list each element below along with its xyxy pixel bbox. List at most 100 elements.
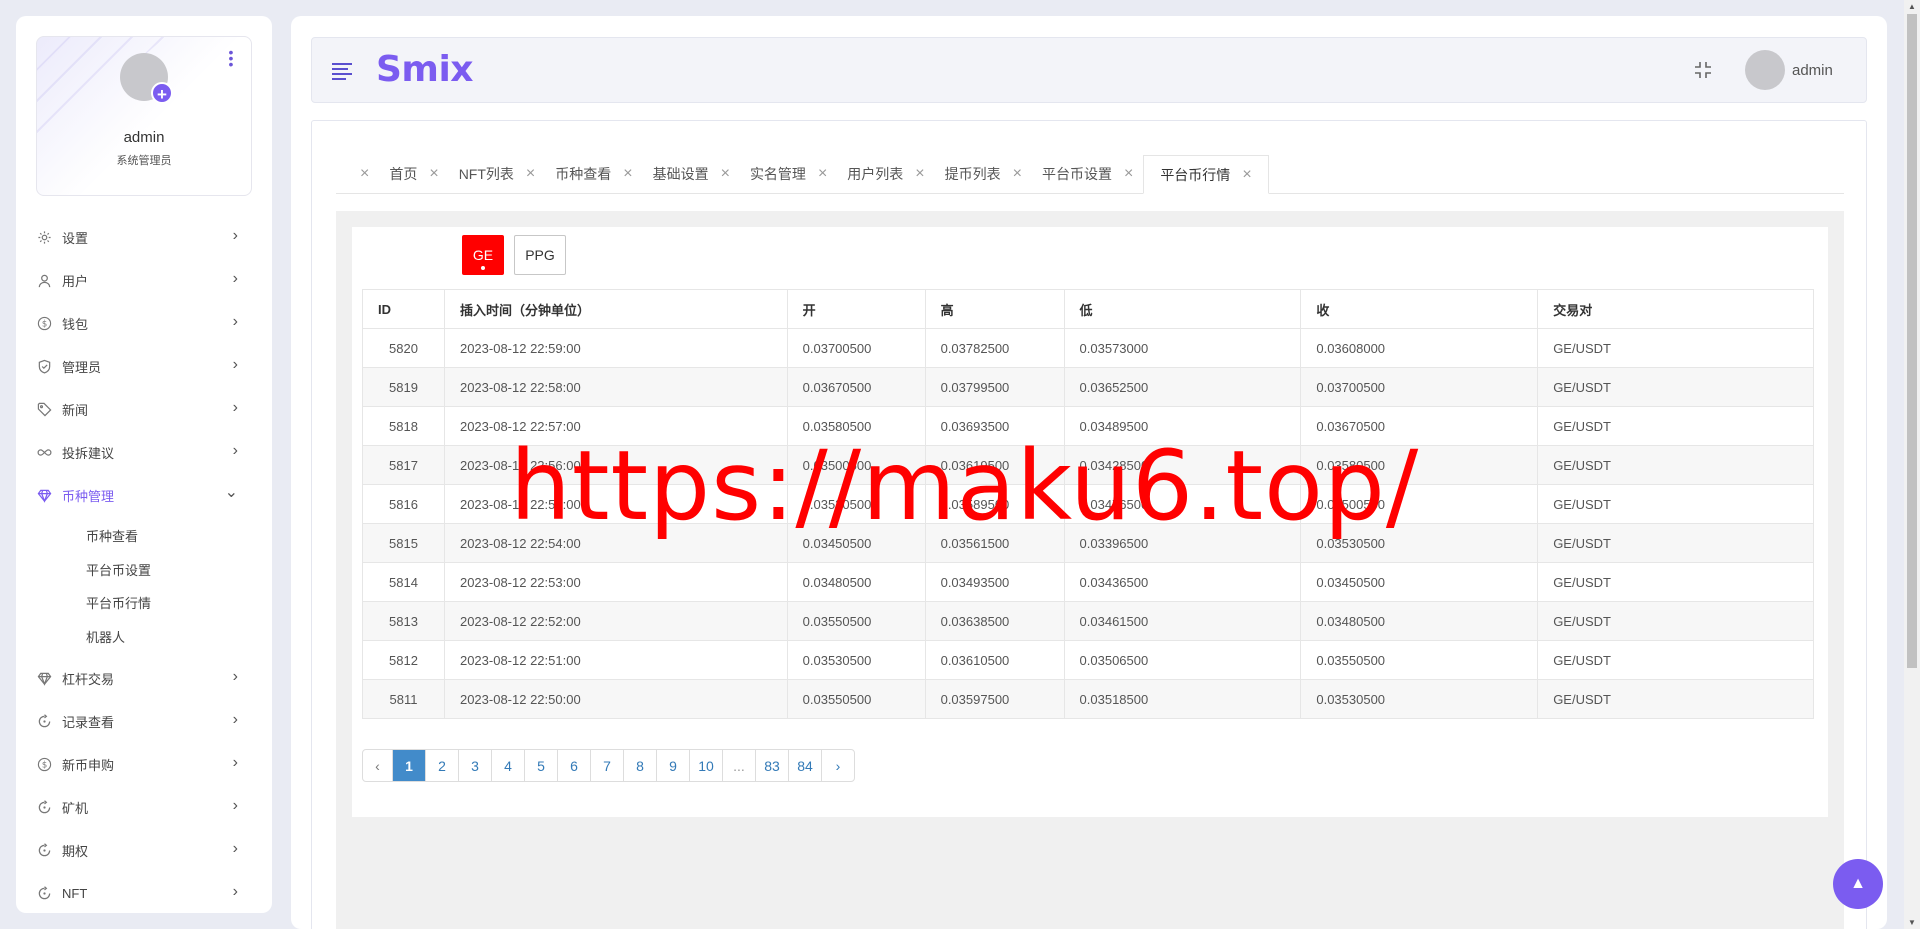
more-options-icon[interactable]: • • • bbox=[227, 45, 235, 71]
tab-4[interactable]: 基础设置 × bbox=[643, 155, 740, 193]
page-button-84[interactable]: 84 bbox=[788, 750, 821, 781]
table-cell: 2023-08-12 22:54:00 bbox=[443, 523, 788, 563]
sidebar-item-10[interactable]: $ 新币申购 › bbox=[16, 743, 272, 786]
table-row[interactable]: 5817 2023-08-12 22:56:00 0.03500500 0.03619… bbox=[362, 445, 1814, 485]
menu-toggle-icon[interactable] bbox=[332, 63, 352, 83]
tab-9[interactable]: 平台币行情 × bbox=[1143, 155, 1269, 194]
chevron-right-icon: › bbox=[232, 442, 238, 459]
page-button-8[interactable]: 8 bbox=[623, 750, 656, 781]
table-row[interactable]: 5818 2023-08-12 22:57:00 0.03580500 0.03693… bbox=[362, 406, 1814, 446]
table-row[interactable]: 5819 2023-08-12 22:58:00 0.03670500 0.03799… bbox=[362, 367, 1814, 407]
table-row[interactable]: 5816 2023-08-12 22:55:00 0.03530500 0.03589… bbox=[362, 484, 1814, 524]
close-icon[interactable]: × bbox=[429, 165, 438, 183]
submenu-item-3[interactable]: 平台币行情 bbox=[16, 586, 272, 620]
exit-fullscreen-icon[interactable] bbox=[1694, 61, 1712, 79]
submenu-item-4[interactable]: 机器人 bbox=[16, 620, 272, 654]
close-icon[interactable]: × bbox=[915, 165, 924, 183]
close-icon[interactable]: × bbox=[1013, 165, 1022, 183]
table-row[interactable]: 5812 2023-08-12 22:51:00 0.03530500 0.03610… bbox=[362, 640, 1814, 680]
scrollbar-thumb[interactable] bbox=[1907, 14, 1917, 668]
tab-label: 基础设置 bbox=[652, 166, 709, 182]
sidebar-item-1[interactable]: 设置 › bbox=[16, 216, 272, 259]
tab-3[interactable]: 币种查看 × bbox=[545, 155, 642, 193]
sidebar-item-label: 新闻 bbox=[62, 403, 89, 418]
table-cell: 5819 bbox=[362, 367, 445, 407]
tab-close-blank[interactable]: × bbox=[336, 155, 379, 193]
close-icon[interactable]: × bbox=[721, 165, 730, 183]
sidebar-item-2[interactable]: 用户 › bbox=[16, 259, 272, 302]
sidebar-item-4[interactable]: 管理员 › bbox=[16, 345, 272, 388]
page-button-9[interactable]: 9 bbox=[656, 750, 689, 781]
tab-7[interactable]: 提币列表 × bbox=[935, 155, 1032, 193]
submenu-item-2[interactable]: 平台币设置 bbox=[16, 553, 272, 587]
tab-5[interactable]: 实名管理 × bbox=[740, 155, 837, 193]
table-row[interactable]: 5813 2023-08-12 22:52:00 0.03550500 0.03638… bbox=[362, 601, 1814, 641]
column-header[interactable]: 低 bbox=[1063, 289, 1302, 329]
close-icon[interactable]: × bbox=[360, 165, 369, 183]
sidebar-item-7[interactable]: 币种管理 ⌄ bbox=[16, 474, 272, 517]
sidebar-item-8[interactable]: 杠杆交易 › bbox=[16, 657, 272, 700]
page-button-7[interactable]: 7 bbox=[590, 750, 623, 781]
table-cell: 0.03782500 bbox=[924, 328, 1065, 368]
page-button-10[interactable]: 10 bbox=[689, 750, 722, 781]
page-button-3[interactable]: 3 bbox=[458, 750, 491, 781]
table-row[interactable]: 5811 2023-08-12 22:50:00 0.03550500 0.03597… bbox=[362, 679, 1814, 719]
sidebar-item-3[interactable]: $ 钱包 › bbox=[16, 302, 272, 345]
column-header[interactable]: 收 bbox=[1300, 289, 1539, 329]
table-cell: 0.03597500 bbox=[924, 679, 1065, 719]
sidebar-item-label: 投拆建议 bbox=[62, 446, 115, 461]
close-icon[interactable]: × bbox=[623, 165, 632, 183]
scroll-up-arrow-icon[interactable]: ▲ bbox=[1904, 2, 1920, 11]
table-cell: GE/USDT bbox=[1537, 445, 1814, 485]
table-cell: 0.03436500 bbox=[1063, 562, 1302, 602]
sidebar-item-13[interactable]: NFT › bbox=[16, 872, 272, 915]
sidebar-item-5[interactable]: 新闻 › bbox=[16, 388, 272, 431]
page-scrollbar[interactable]: ▲ ▼ bbox=[1904, 0, 1920, 929]
header-avatar[interactable] bbox=[1745, 50, 1785, 90]
scroll-to-top-button[interactable]: ▲ bbox=[1833, 859, 1883, 909]
tab-8[interactable]: 平台币设置 × bbox=[1032, 155, 1143, 193]
table-row[interactable]: 5814 2023-08-12 22:53:00 0.03480500 0.03493… bbox=[362, 562, 1814, 602]
sidebar-item-11[interactable]: 矿机 › bbox=[16, 786, 272, 829]
sidebar-item-9[interactable]: 记录查看 › bbox=[16, 700, 272, 743]
scroll-down-arrow-icon[interactable]: ▼ bbox=[1904, 918, 1920, 927]
table-cell: 0.03589500 bbox=[924, 484, 1065, 524]
page-button-1[interactable]: 1 bbox=[392, 750, 425, 781]
page-button-6[interactable]: 6 bbox=[557, 750, 590, 781]
sidebar-item-6[interactable]: 投拆建议 › bbox=[16, 431, 272, 474]
submenu-item-1[interactable]: 币种查看 bbox=[16, 519, 272, 553]
close-icon[interactable]: × bbox=[1124, 165, 1133, 183]
page-button-2[interactable]: 2 bbox=[425, 750, 458, 781]
page-button-5[interactable]: 5 bbox=[524, 750, 557, 781]
close-icon[interactable]: × bbox=[818, 165, 827, 183]
sidebar-item-label: 用户 bbox=[62, 274, 89, 289]
page-ellipsis: ... bbox=[722, 750, 755, 781]
page-button-4[interactable]: 4 bbox=[491, 750, 524, 781]
tab-1[interactable]: 首页 × bbox=[379, 155, 448, 193]
header-username[interactable]: admin bbox=[1792, 62, 1833, 79]
content-area: GE PPG ID 插入时间（分钟单位）开高低收交易对 5820 2023-08-1… bbox=[336, 211, 1844, 929]
table-row[interactable]: 5820 2023-08-12 22:59:00 0.03700500 0.03782… bbox=[362, 328, 1814, 368]
column-header[interactable]: 交易对 bbox=[1537, 289, 1814, 329]
chevron-right-icon: › bbox=[232, 356, 238, 373]
table-cell: 5817 bbox=[362, 445, 445, 485]
coin-button-ge[interactable]: GE bbox=[462, 235, 504, 275]
column-header[interactable]: 高 bbox=[924, 289, 1065, 329]
page-button-83[interactable]: 83 bbox=[755, 750, 788, 781]
add-avatar-icon[interactable]: + bbox=[151, 82, 173, 104]
close-icon[interactable]: × bbox=[1242, 166, 1251, 184]
prev-page-button[interactable]: ‹ bbox=[363, 750, 392, 781]
sidebar-item-12[interactable]: 期权 › bbox=[16, 829, 272, 872]
table-row[interactable]: 5815 2023-08-12 22:54:00 0.03450500 0.03561… bbox=[362, 523, 1814, 563]
table-cell: 5820 bbox=[362, 328, 445, 368]
tab-6[interactable]: 用户列表 × bbox=[837, 155, 934, 193]
close-icon[interactable]: × bbox=[526, 165, 535, 183]
refresh-icon bbox=[36, 800, 52, 816]
column-header[interactable]: 插入时间（分钟单位） bbox=[443, 289, 788, 329]
coin-button-ppg[interactable]: PPG bbox=[514, 235, 566, 275]
column-header[interactable]: 开 bbox=[786, 289, 926, 329]
column-header[interactable]: ID bbox=[362, 289, 445, 329]
next-page-button[interactable]: › bbox=[821, 750, 854, 781]
tab-2[interactable]: NFT列表 × bbox=[449, 155, 546, 193]
infinity-icon bbox=[36, 445, 52, 461]
